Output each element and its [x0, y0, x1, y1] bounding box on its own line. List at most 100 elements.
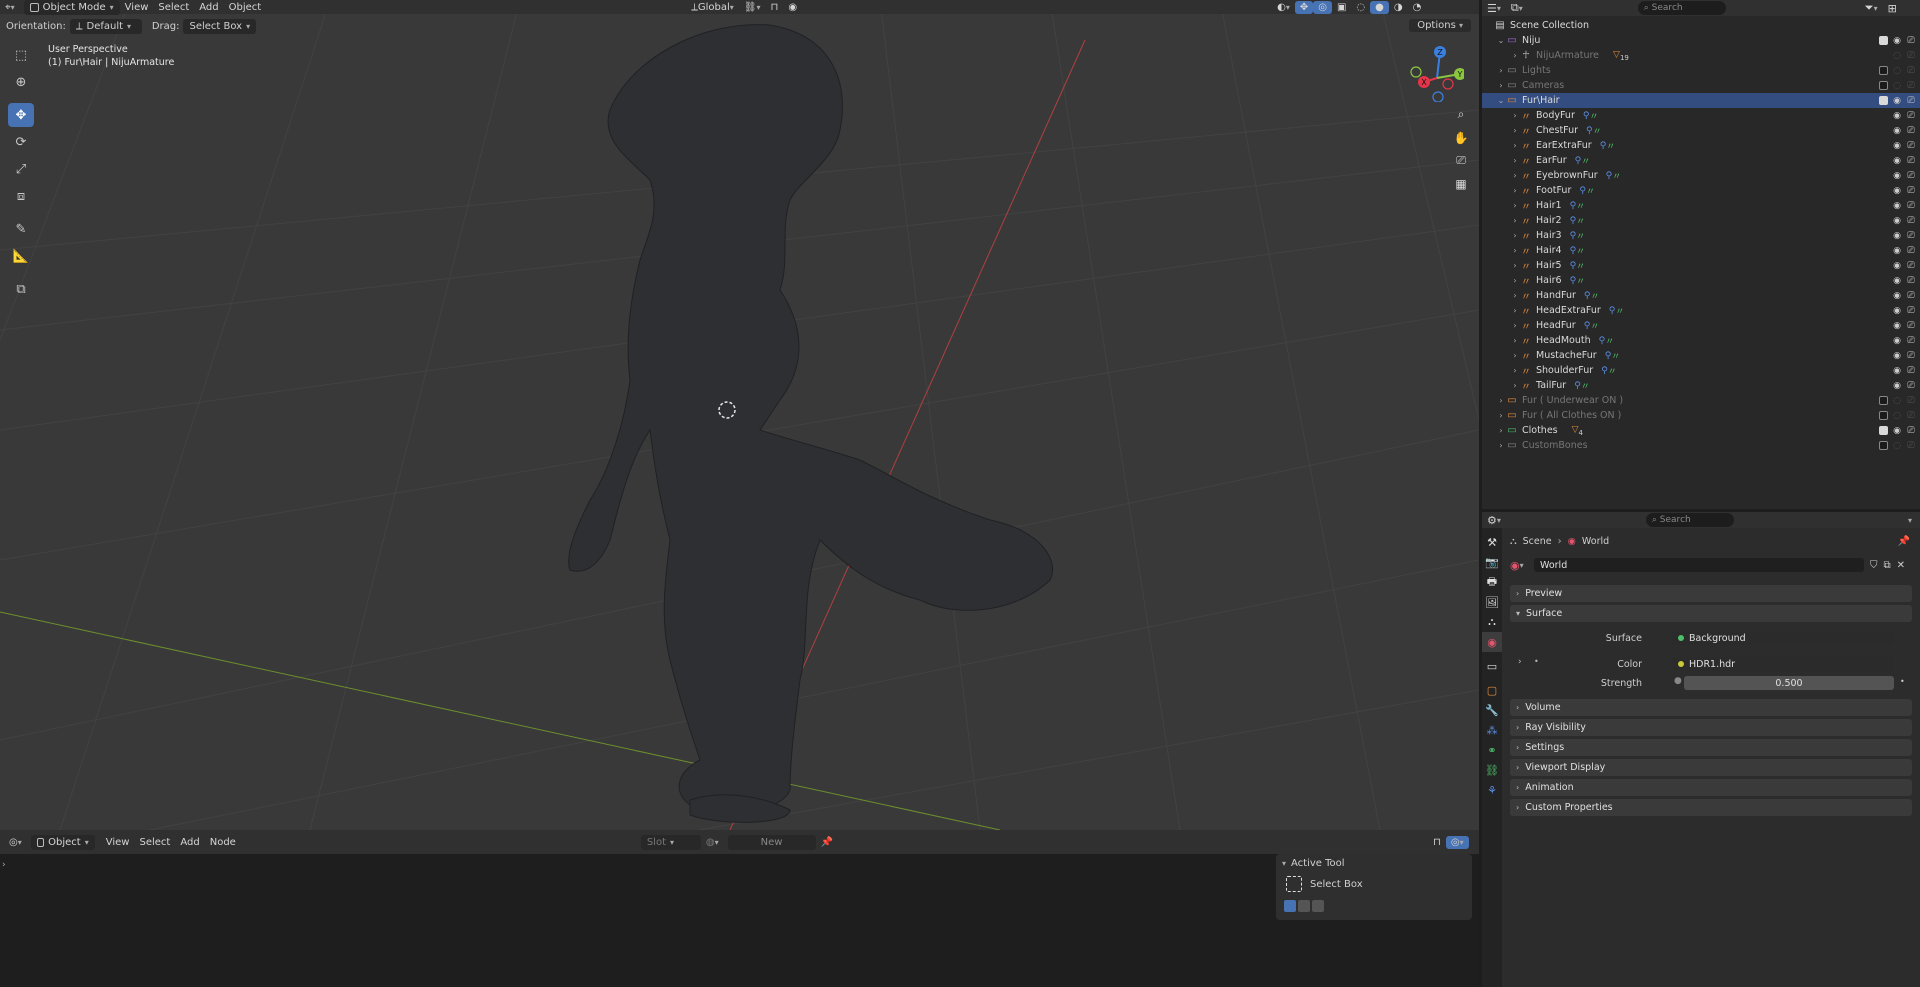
gizmo-toggle[interactable]: ✥ [1294, 0, 1314, 14]
orientation-dropdown[interactable]: ⟂ Default ▾ [69, 18, 142, 34]
eye-icon[interactable]: ◉ [1892, 261, 1902, 271]
shading-material[interactable]: ◑ [1389, 1, 1408, 14]
expand-arrow-icon[interactable]: › [1510, 231, 1520, 240]
transform-tool[interactable]: ⧈ [8, 184, 34, 208]
outliner-row[interactable]: › 〃 HandFur ⚲ 〃 ◉ ⎚ [1482, 288, 1920, 303]
cursor-tool[interactable]: ⊕ [8, 70, 34, 94]
eye-icon[interactable]: ◉ [1892, 336, 1902, 346]
render-camera-icon[interactable]: ⎚ [1906, 366, 1916, 376]
tab-particles[interactable]: ⁂ [1482, 720, 1502, 740]
tab-object[interactable]: ▢ [1482, 680, 1502, 700]
outliner-row[interactable]: › ▭ Lights ◌ ⎚ [1482, 63, 1920, 78]
render-camera-icon[interactable]: ⎚ [1906, 36, 1916, 46]
tab-collection[interactable]: ▭ [1482, 656, 1502, 676]
child-count-badge[interactable]: ▽4 [1572, 425, 1583, 437]
shading-rendered[interactable]: ◔ [1408, 1, 1427, 14]
expand-arrow-icon[interactable]: › [1496, 441, 1506, 450]
exclude-checkbox[interactable] [1879, 66, 1888, 75]
add-cube-tool[interactable]: ⧉ [8, 277, 34, 301]
expand-arrow-icon[interactable]: › [1510, 276, 1520, 285]
panel-viewport-display[interactable]: › Viewport Display [1510, 759, 1912, 776]
shader-overlay-toggle[interactable]: ◎ ▾ [1445, 835, 1469, 849]
exclude-checkbox[interactable] [1879, 96, 1888, 105]
duplicate-button[interactable]: ⧉ [1884, 560, 1891, 571]
render-camera-icon[interactable]: ⎚ [1906, 291, 1916, 301]
expand-arrow-icon[interactable]: › [1496, 426, 1506, 435]
outliner-row[interactable]: › 〃 ChestFur ⚲ 〃 ◉ ⎚ [1482, 123, 1920, 138]
shader-snap-toggle[interactable]: ⊓ [1428, 836, 1446, 849]
shader-menu-node[interactable]: Node [205, 836, 241, 849]
world-name-field[interactable]: World [1534, 558, 1864, 572]
sidebar-toggle-arrow[interactable]: › [2, 860, 6, 870]
expand-arrow-icon[interactable]: › [1510, 366, 1520, 375]
child-count-badge[interactable]: ▽19 [1613, 50, 1629, 62]
overlay-toggle[interactable]: ◎ [1313, 0, 1332, 14]
select-mode-new[interactable] [1284, 900, 1296, 912]
expand-arrow-icon[interactable]: › [1510, 201, 1520, 210]
outliner[interactable]: ☰ ▾ ⧉ ▾ ⌕ Search ⏷ ▾ ⊞ ▤ Scene Collection ⌄… [1482, 0, 1920, 509]
outliner-row[interactable]: › 〃 ShoulderFur ⚲ 〃 ◉ ⎚ [1482, 363, 1920, 378]
panel-settings[interactable]: › Settings [1510, 739, 1912, 756]
properties-search-input[interactable]: ⌕ Search [1645, 513, 1734, 527]
outliner-row[interactable]: › 〃 Hair1 ⚲ 〃 ◉ ⎚ [1482, 198, 1920, 213]
render-camera-icon[interactable]: ⎚ [1906, 246, 1916, 256]
render-camera-icon[interactable]: ⎚ [1906, 201, 1916, 211]
outliner-row[interactable]: › 〃 EarExtraFur ⚲ 〃 ◉ ⎚ [1482, 138, 1920, 153]
expand-arrow-icon[interactable]: › [1510, 216, 1520, 225]
outliner-row[interactable]: › 〃 FootFur ⚲ 〃 ◉ ⎚ [1482, 183, 1920, 198]
shading-solid[interactable]: ● [1370, 0, 1389, 14]
render-camera-icon[interactable]: ⎚ [1906, 276, 1916, 286]
shader-editor-type-button[interactable]: ◎ ▾ [4, 836, 27, 849]
outliner-row[interactable]: › 〃 Hair5 ⚲ 〃 ◉ ⎚ [1482, 258, 1920, 273]
render-camera-icon[interactable]: ⎚ [1906, 111, 1916, 121]
slot-dropdown[interactable]: Slot ▾ [640, 834, 701, 850]
xray-toggle[interactable]: ▣ [1332, 1, 1351, 14]
render-camera-icon[interactable]: ⎚ [1906, 351, 1916, 361]
panel-preview[interactable]: › Preview [1510, 585, 1912, 602]
eye-icon[interactable]: ◌ [1892, 81, 1902, 91]
expand-arrow-icon[interactable]: › [1510, 126, 1520, 135]
expand-arrow-icon[interactable]: › [1496, 66, 1506, 75]
tab-output[interactable]: 🖶 [1482, 572, 1502, 592]
pan-button[interactable]: ✋ [1450, 127, 1472, 148]
render-camera-icon[interactable]: ⎚ [1906, 336, 1916, 346]
outliner-editor-type[interactable]: ☰ ▾ [1482, 2, 1506, 15]
shader-menu-view[interactable]: View [101, 836, 135, 849]
outliner-row[interactable]: › 〃 HeadMouth ⚲ 〃 ◉ ⎚ [1482, 333, 1920, 348]
perspective-toggle-button[interactable]: ▦ [1450, 173, 1472, 194]
eye-icon[interactable]: ◉ [1892, 171, 1902, 181]
expand-arrow-icon[interactable]: › [1510, 351, 1520, 360]
eye-icon[interactable]: ◉ [1892, 246, 1902, 256]
annotate-tool[interactable]: ✎ [8, 217, 34, 241]
panel-surface[interactable]: ▾ Surface [1510, 605, 1912, 622]
unlink-button[interactable]: ✕ [1897, 560, 1905, 571]
drag-dropdown[interactable]: Select Box ▾ [183, 18, 257, 34]
render-camera-icon[interactable]: ⎚ [1906, 426, 1916, 436]
collapse-arrow-icon[interactable]: ⌄ [1496, 96, 1506, 105]
exclude-checkbox[interactable] [1879, 411, 1888, 420]
eye-icon[interactable]: ◉ [1892, 276, 1902, 286]
outliner-row[interactable]: › 〃 Hair6 ⚲ 〃 ◉ ⎚ [1482, 273, 1920, 288]
outliner-row[interactable]: › 〃 HeadExtraFur ⚲ 〃 ◉ ⎚ [1482, 303, 1920, 318]
render-camera-icon[interactable]: ⎚ [1906, 381, 1916, 391]
mode-dropdown[interactable]: Object Mode ▾ [23, 0, 120, 15]
display-mode-dropdown[interactable]: ⧉ ▾ [1506, 1, 1528, 15]
expand-arrow-icon[interactable]: › [1510, 321, 1520, 330]
tab-tool[interactable]: ⚒ [1482, 532, 1502, 552]
render-camera-icon[interactable]: ⎚ [1906, 171, 1916, 181]
menu-object[interactable]: Object [224, 1, 267, 14]
outliner-row[interactable]: ⌄ ▭ Fur\Hair ◉ ⎚ [1482, 93, 1920, 108]
tab-scene[interactable]: ⛬ [1482, 612, 1502, 632]
visibility-dropdown[interactable]: ◐ ▾ [1272, 1, 1295, 14]
move-tool[interactable]: ✥ [8, 103, 34, 127]
expand-arrow-icon[interactable]: › [1510, 171, 1520, 180]
pivot-dropdown[interactable]: ⛓ ▾ [739, 1, 766, 14]
tab-physics[interactable]: ⚭ [1482, 740, 1502, 760]
zoom-button[interactable]: ⌕ [1450, 104, 1472, 125]
rotate-tool[interactable]: ⟳ [8, 130, 34, 154]
eye-icon[interactable]: ◌ [1892, 51, 1902, 61]
3d-viewport[interactable]: ⌖ ▾ Object Mode ▾ View Select Add Object ⟂… [0, 0, 1479, 830]
render-camera-icon[interactable]: ⎚ [1906, 441, 1916, 451]
expand-arrow-icon[interactable]: › [1496, 396, 1506, 405]
render-camera-icon[interactable]: ⎚ [1906, 126, 1916, 136]
